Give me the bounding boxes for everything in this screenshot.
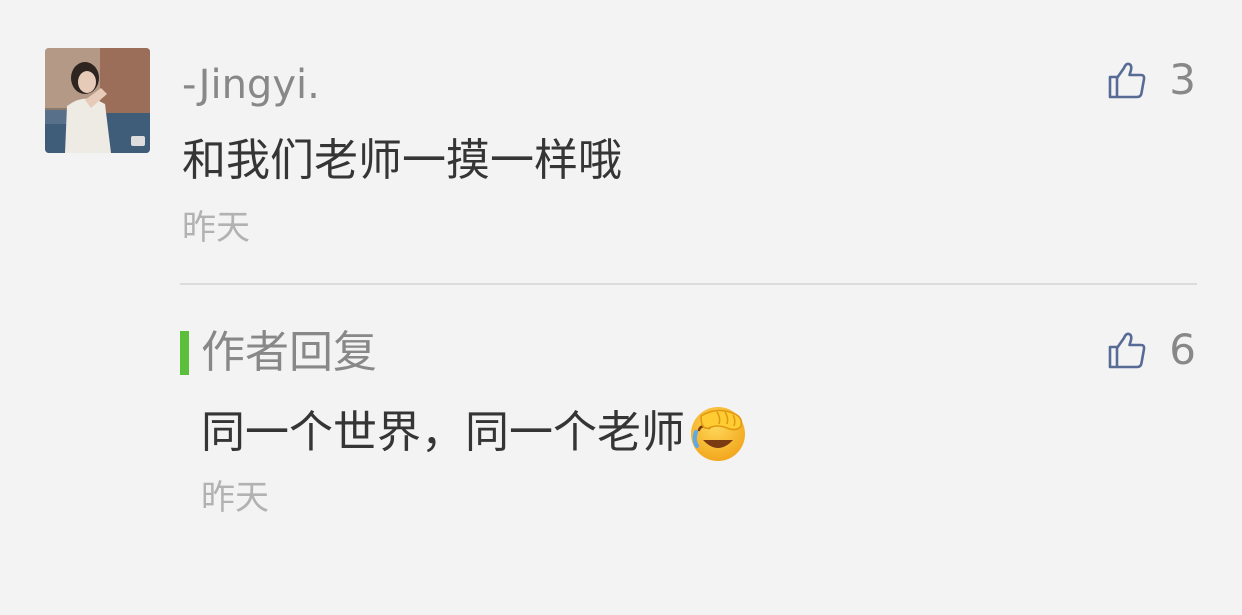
reply-text-row: 同一个世界，同一个老师 bbox=[201, 402, 749, 464]
comment-text: 和我们老师一摸一样哦 bbox=[182, 135, 622, 186]
comment-like-count: 3 bbox=[1169, 55, 1196, 104]
avatar[interactable] bbox=[45, 48, 150, 153]
reply-text: 同一个世界，同一个老师 bbox=[201, 407, 685, 458]
reply-like-button[interactable]: 6 bbox=[1107, 325, 1196, 375]
reply-like-count: 6 bbox=[1169, 325, 1196, 374]
reply-accent-bar bbox=[180, 331, 189, 375]
comment-timestamp: 昨天 bbox=[182, 208, 250, 248]
comment-like-button[interactable]: 3 bbox=[1107, 55, 1196, 105]
thumbs-up-icon bbox=[1108, 332, 1146, 369]
author-reply-label: 作者回复 bbox=[201, 327, 377, 378]
reply-timestamp: 昨天 bbox=[201, 478, 269, 518]
face-palm-laughing-emoji bbox=[691, 407, 745, 461]
comment-username[interactable]: -Jingyi. bbox=[182, 60, 320, 110]
avatar-image bbox=[45, 48, 150, 153]
divider bbox=[180, 283, 1197, 285]
thumbs-up-icon bbox=[1108, 62, 1146, 99]
